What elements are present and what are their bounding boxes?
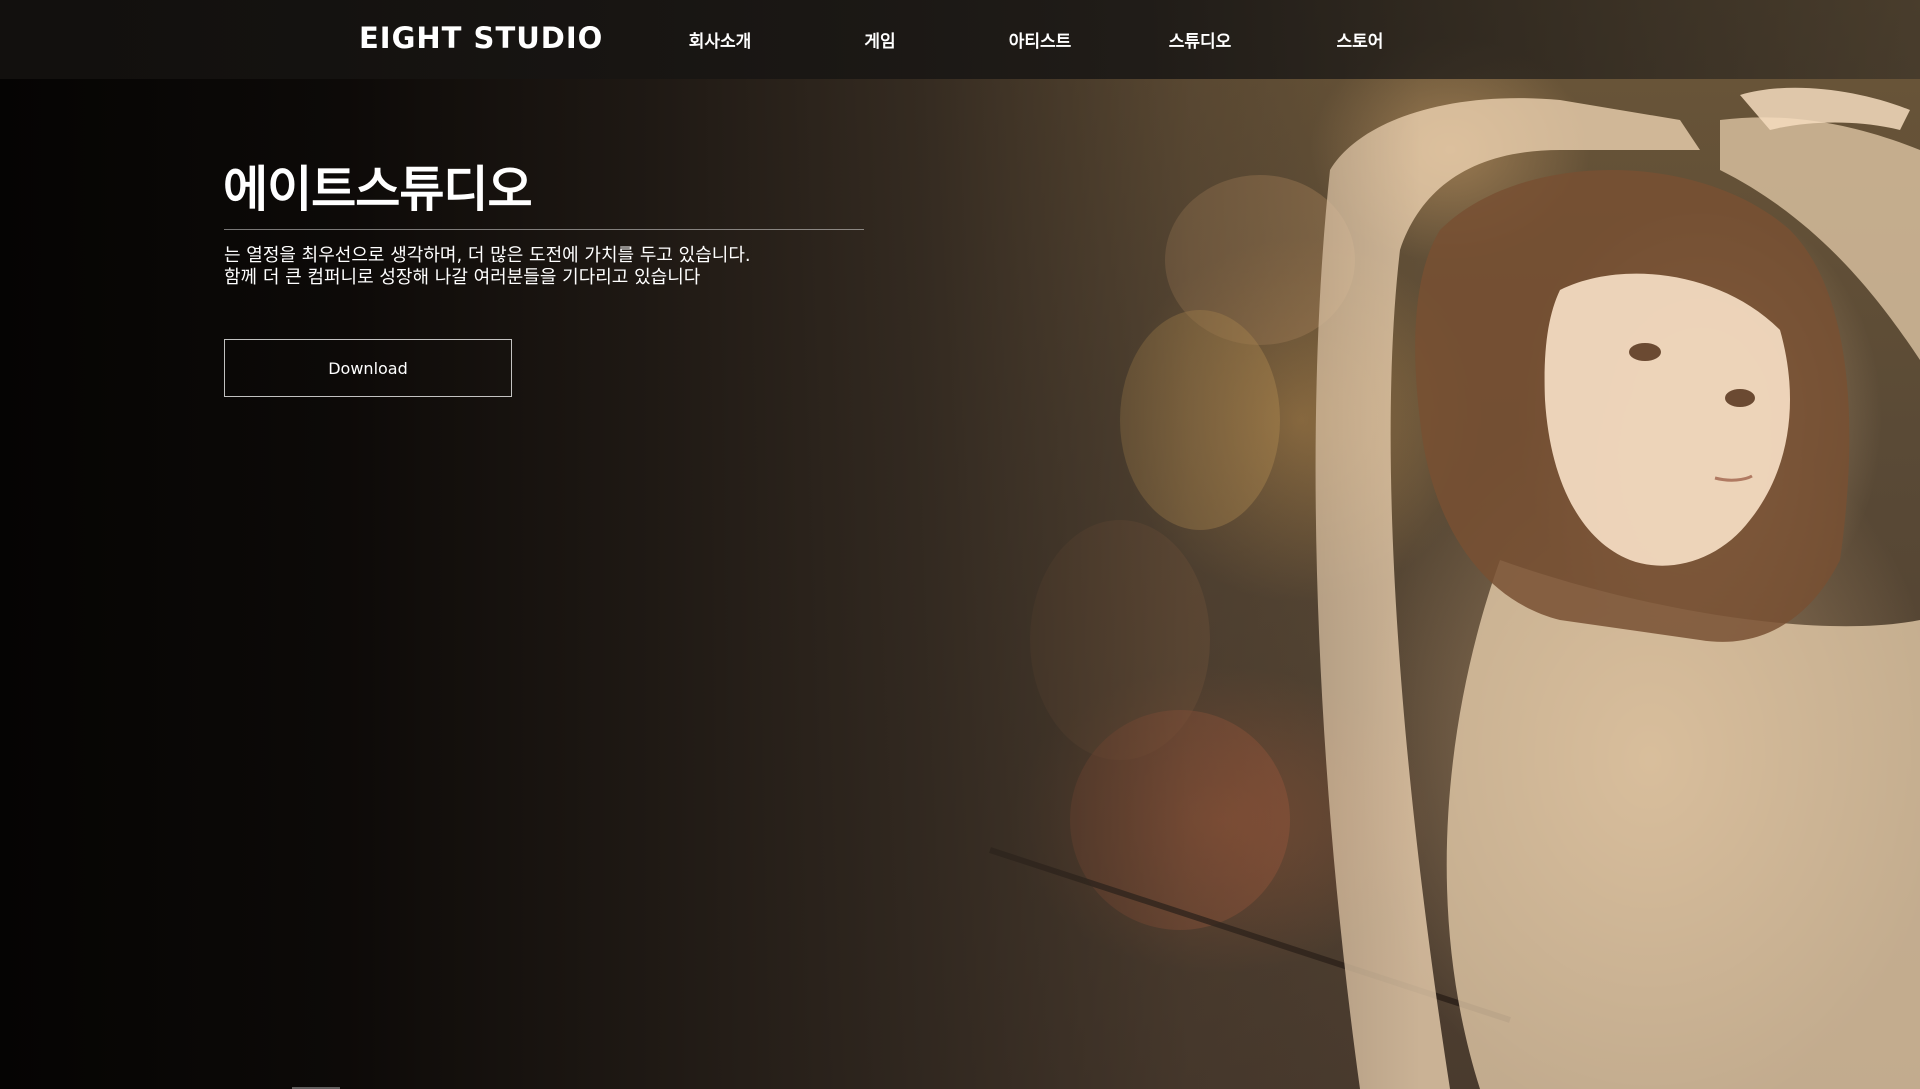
- hero-description-line-1: 는 열정을 최우선으로 생각하며, 더 많은 도전에 가치를 두고 있습니다.: [224, 245, 751, 266]
- hero-description: 는 열정을 최우선으로 생각하며, 더 많은 도전에 가치를 두고 있습니다. …: [224, 245, 751, 289]
- nav-item-artists[interactable]: 아티스트: [960, 27, 1120, 52]
- nav-item-studio[interactable]: 스튜디오: [1120, 27, 1280, 52]
- hero-title: 에이트스튜디오: [223, 161, 533, 218]
- hero-divider: [224, 229, 864, 230]
- nav-item-store[interactable]: 스토어: [1280, 27, 1440, 52]
- site-logo[interactable]: EIGHT STUDIO: [359, 20, 603, 56]
- nav-item-company[interactable]: 회사소개: [640, 27, 800, 52]
- top-navigation-bar: EIGHT STUDIO 회사소개 게임 아티스트 스튜디오 스토어: [0, 0, 1920, 79]
- page: EIGHT STUDIO 회사소개 게임 아티스트 스튜디오 스토어 에이트스튜…: [0, 0, 1920, 1089]
- download-button[interactable]: Download: [224, 339, 512, 397]
- main-nav: 회사소개 게임 아티스트 스튜디오 스토어: [640, 0, 1440, 79]
- hero-description-line-2: 함께 더 큰 컴퍼니로 성장해 나갈 여러분들을 기다리고 있습니다: [224, 267, 701, 288]
- nav-item-games[interactable]: 게임: [800, 27, 960, 52]
